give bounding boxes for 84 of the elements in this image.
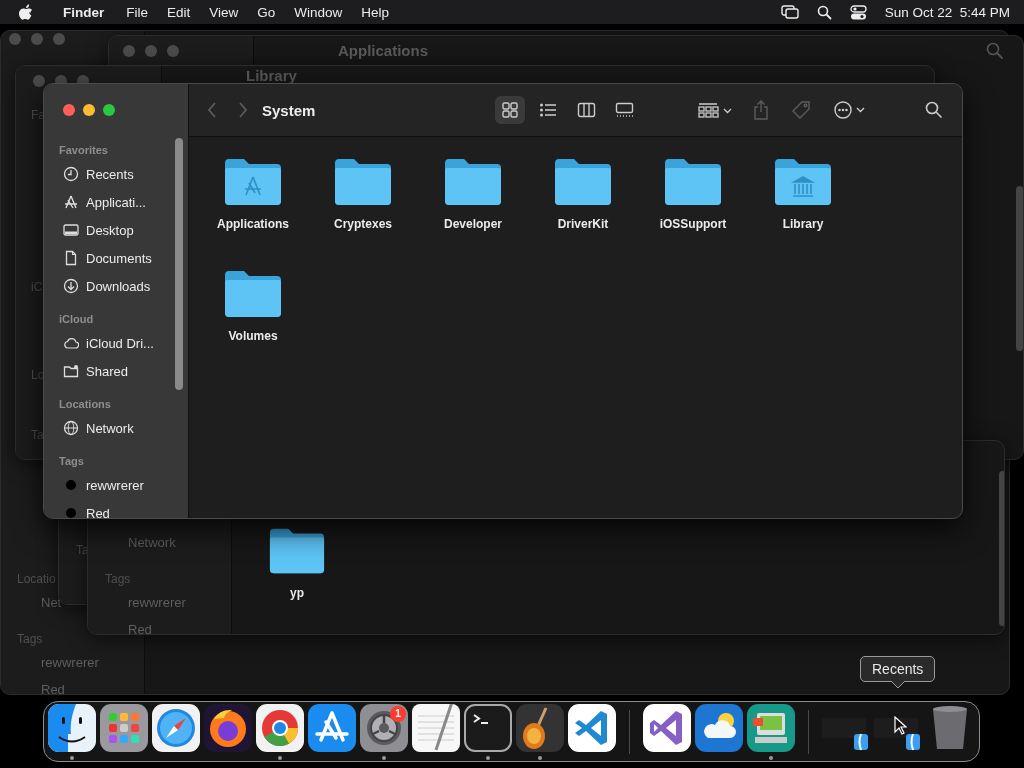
menu-item[interactable]: Help: [361, 4, 390, 20]
folder-item[interactable]: Developer: [418, 157, 528, 253]
folder-item[interactable]: Library: [748, 157, 858, 253]
sidebar-item[interactable]: Downloads: [63, 272, 188, 300]
sidebar-item[interactable]: Shared: [63, 357, 188, 385]
menu-item[interactable]: Window: [294, 4, 343, 20]
minimize-button[interactable]: [83, 104, 95, 116]
grid-view-icon: [500, 101, 520, 119]
terminal-icon[interactable]: [464, 703, 512, 752]
folder-icon: [333, 157, 393, 207]
scrollbar[interactable]: [1016, 186, 1023, 351]
tag-dot-icon: [63, 477, 79, 493]
document-icon: [63, 250, 79, 266]
sidebar-item[interactable]: Red: [63, 499, 188, 518]
folder-icon: [268, 526, 326, 576]
zoom-button[interactable]: [103, 104, 115, 116]
cloud-sun-icon[interactable]: [695, 703, 743, 752]
cloud-icon: [63, 335, 79, 351]
list-view-icon: [538, 101, 558, 119]
folder-item[interactable]: DriverKit: [528, 157, 638, 253]
scrollbar[interactable]: [175, 138, 183, 390]
computer-icon[interactable]: [747, 703, 795, 752]
sidebar-item[interactable]: Desktop: [63, 216, 188, 244]
folder-icon: [663, 157, 723, 207]
gear-icon[interactable]: [360, 703, 408, 752]
flame-globe-icon[interactable]: [204, 703, 252, 752]
letter-a-icon[interactable]: [308, 703, 356, 752]
folder-item[interactable]: yp: [268, 526, 326, 600]
shared-folder-icon: [63, 363, 79, 379]
search-icon[interactable]: [925, 101, 943, 119]
window-title: Applications: [338, 42, 428, 59]
notepad-icon[interactable]: [412, 703, 460, 752]
folder-icon: [223, 269, 283, 319]
search-icon[interactable]: [816, 4, 832, 20]
column-view-icon: [576, 101, 596, 119]
ribbon-icon[interactable]: [568, 703, 616, 752]
sidebar-item[interactable]: Network: [63, 414, 188, 442]
compass-icon[interactable]: [152, 703, 200, 752]
folder-icon: [223, 157, 283, 207]
folder-item[interactable]: Volumes: [198, 269, 308, 365]
scrollbar[interactable]: [999, 471, 1004, 626]
pointer-cursor-icon: [894, 716, 907, 735]
sidebar-item[interactable]: Recents: [63, 160, 188, 188]
control-center-icon[interactable]: [849, 4, 867, 20]
window-title: Library: [246, 67, 297, 84]
menu-item[interactable]: View: [209, 4, 239, 20]
download-icon: [63, 278, 79, 294]
more-icon[interactable]: [833, 100, 867, 120]
guitar-icon[interactable]: [516, 703, 564, 752]
icon-view-button[interactable]: [495, 96, 525, 124]
sidebar-heading: Tags: [59, 454, 85, 469]
sidebar-heading: Locations: [59, 397, 112, 412]
sidebar-heading: Favorites: [59, 143, 109, 158]
letter-a-icon: [63, 194, 79, 210]
menu-item[interactable]: Go: [257, 4, 276, 20]
apple-logo-icon[interactable]: [18, 3, 33, 21]
clock[interactable]: Sun Oct 22 5:44 PM: [884, 4, 1010, 20]
sidebar-item[interactable]: rewwrerer: [63, 471, 188, 499]
screen-mirroring-icon[interactable]: [780, 5, 799, 19]
globe-icon: [63, 420, 79, 436]
sidebar-item[interactable]: Applicati...: [63, 188, 188, 216]
folder-item[interactable]: Applications: [198, 157, 308, 253]
window-title: System: [262, 101, 316, 119]
folder-icon: [443, 157, 503, 207]
group-icon[interactable]: [697, 101, 733, 119]
menu-item[interactable]: File: [126, 4, 149, 20]
clock-icon: [63, 166, 79, 182]
smiling-face-icon[interactable]: [48, 703, 96, 752]
folder-item[interactable]: iOSSupport: [638, 157, 748, 253]
sidebar-heading: iCloud: [59, 312, 95, 327]
sidebar-item[interactable]: Documents: [63, 244, 188, 272]
menu-item[interactable]: Edit: [167, 4, 191, 20]
sidebar-item[interactable]: iCloud Dri...: [63, 329, 188, 357]
tooltip-arrow-icon: [890, 681, 905, 688]
close-button[interactable]: [63, 104, 75, 116]
ribbon-icon[interactable]: [643, 703, 691, 752]
folder-item[interactable]: Cryptexes: [308, 157, 418, 253]
folder-icon: [773, 157, 833, 207]
gallery-view-icon: [614, 101, 634, 119]
tag-dot-icon: [63, 505, 79, 518]
app-menu[interactable]: Finder: [63, 4, 105, 20]
folder-icon: [553, 157, 613, 207]
app-grid-icon[interactable]: [100, 703, 148, 752]
desktop-icon: [63, 222, 79, 238]
